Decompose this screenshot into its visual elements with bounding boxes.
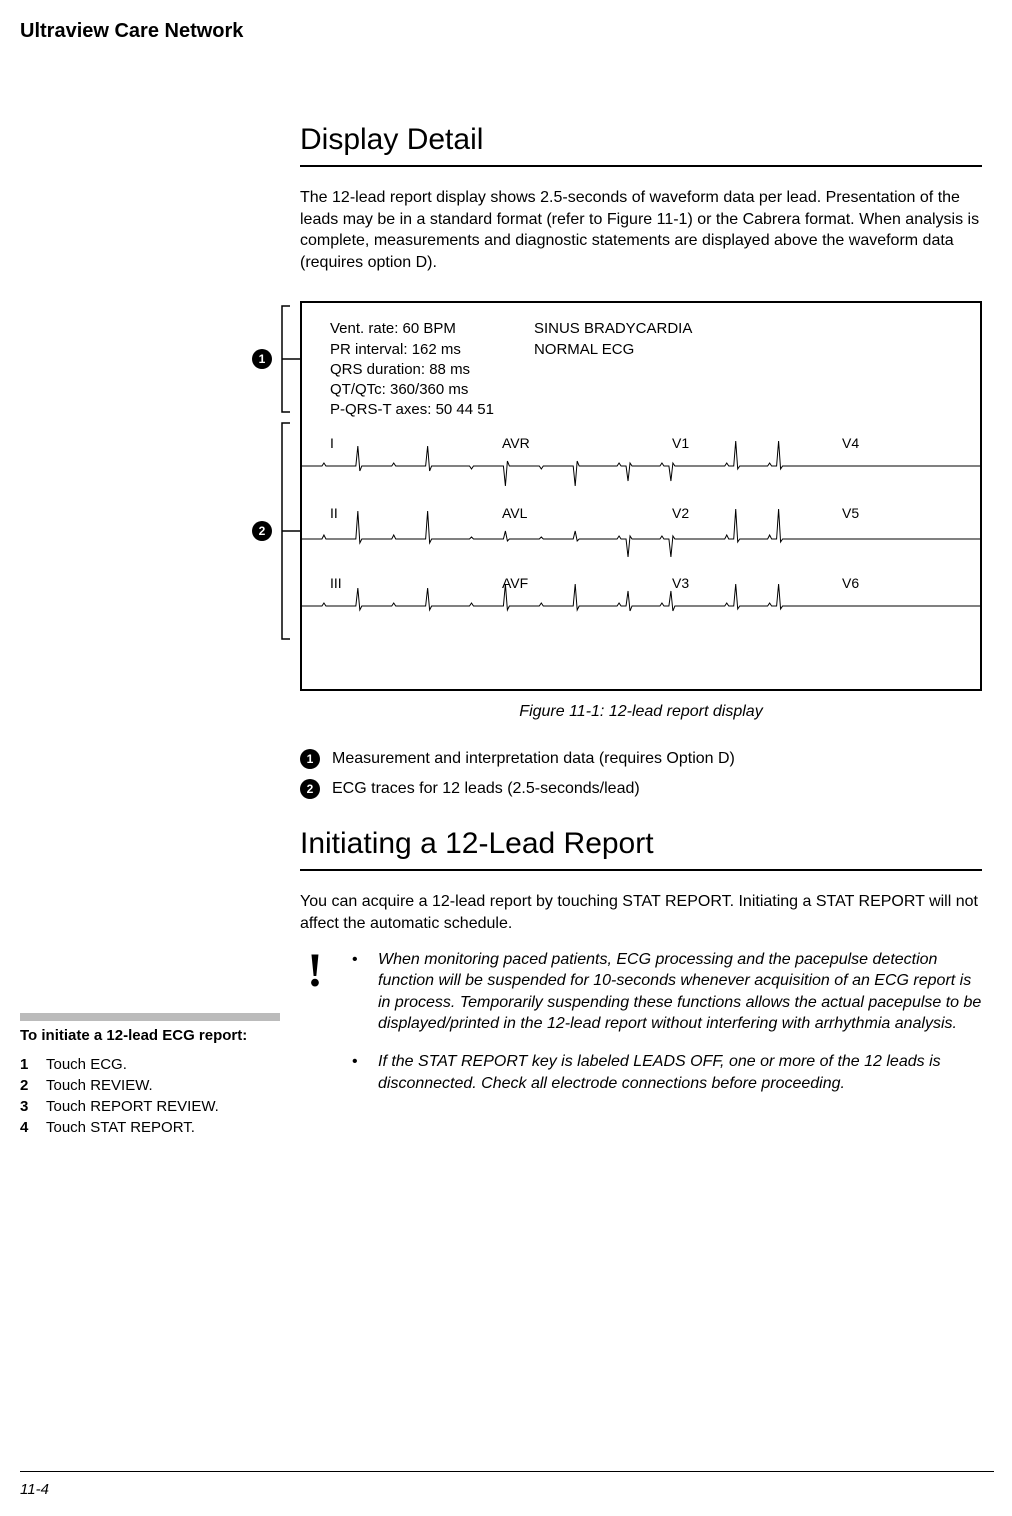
section-rule xyxy=(300,869,982,871)
list-item: 2 Touch REVIEW. xyxy=(20,1075,280,1096)
sidenote-num: 3 xyxy=(20,1096,32,1117)
page-header: Ultraview Care Network xyxy=(0,20,1012,53)
lead-row-3: III AVF V3 V6 xyxy=(302,571,980,641)
figure-caption: Figure 11-1: 12-lead report display xyxy=(300,703,982,721)
legend-marker-2: 2 xyxy=(300,779,320,799)
measurements-block: Vent. rate: 60 BPM PR interval: 162 ms Q… xyxy=(302,303,980,430)
list-item: 4 Touch STAT REPORT. xyxy=(20,1117,280,1138)
sidenote-title: To initiate a 12-lead ECG report: xyxy=(20,1027,280,1044)
footer-rule xyxy=(20,1471,994,1472)
sidenote-text: Touch REVIEW. xyxy=(46,1075,153,1096)
sidenote-text: Touch STAT REPORT. xyxy=(46,1117,195,1138)
sidebar: To initiate a 12-lead ECG report: 1 Touc… xyxy=(0,123,300,1138)
note-item-2: • If the STAT REPORT key is labeled LEAD… xyxy=(352,1051,982,1094)
figure-legend: 1 Measurement and interpretation data (r… xyxy=(300,749,982,799)
note-text-2: If the STAT REPORT key is labeled LEADS … xyxy=(378,1051,982,1094)
callout-1: 1 xyxy=(252,349,272,369)
sidenote-list: 1 Touch ECG. 2 Touch REVIEW. 3 Touch REP… xyxy=(20,1054,280,1138)
section-title-display-detail: Display Detail xyxy=(300,123,982,157)
display-detail-paragraph: The 12-lead report display shows 2.5-sec… xyxy=(300,187,982,273)
meas-qt: QT/QTc: 360/360 ms xyxy=(330,380,494,400)
legend-text-2: ECG traces for 12 leads (2.5-seconds/lea… xyxy=(332,780,640,798)
meas-pr: PR interval: 162 ms xyxy=(330,340,494,360)
leads-area: I AVR V1 V4 II AVL V2 V5 xyxy=(302,431,980,681)
diag-1: SINUS BRADYCARDIA xyxy=(534,319,692,339)
legend-item-2: 2 ECG traces for 12 leads (2.5-seconds/l… xyxy=(300,779,982,799)
list-item: 1 Touch ECG. xyxy=(20,1054,280,1075)
exclamation-icon: ! xyxy=(300,949,330,1111)
figure-area: 1 2 Vent. rate: 60 BPM PR interval: 162 … xyxy=(300,301,982,799)
ecg-trace-row1 xyxy=(302,431,980,501)
sidenote-text: Touch ECG. xyxy=(46,1054,127,1075)
note-item-1: • When monitoring paced patients, ECG pr… xyxy=(352,949,982,1035)
lead-row-2: II AVL V2 V5 xyxy=(302,501,980,571)
bracket-icon xyxy=(272,304,300,414)
bracket-icon xyxy=(272,421,300,641)
meas-qrs: QRS duration: 88 ms xyxy=(330,360,494,380)
note-text-1: When monitoring paced patients, ECG proc… xyxy=(378,949,982,1035)
bullet-icon: • xyxy=(352,1051,362,1094)
callout-marker-1: 1 xyxy=(252,349,272,369)
note-list: • When monitoring paced patients, ECG pr… xyxy=(352,949,982,1111)
note-block: ! • When monitoring paced patients, ECG … xyxy=(300,949,982,1111)
sidenote-bar xyxy=(20,1013,280,1021)
legend-marker-1: 1 xyxy=(300,749,320,769)
sidenote-text: Touch REPORT REVIEW. xyxy=(46,1096,219,1117)
main-column: Display Detail The 12-lead report displa… xyxy=(300,123,1012,1138)
ecg-trace-row2 xyxy=(302,501,980,571)
ecg-trace-row3 xyxy=(302,571,980,641)
sidenote-num: 1 xyxy=(20,1054,32,1075)
list-item: 3 Touch REPORT REVIEW. xyxy=(20,1096,280,1117)
page-number: 11-4 xyxy=(20,1481,49,1498)
legend-item-1: 1 Measurement and interpretation data (r… xyxy=(300,749,982,769)
meas-vent-rate: Vent. rate: 60 BPM xyxy=(330,319,494,339)
bullet-icon: • xyxy=(352,949,362,1035)
callout-2: 2 xyxy=(252,521,272,541)
section-rule xyxy=(300,165,982,167)
callout-marker-2: 2 xyxy=(252,521,272,541)
legend-text-1: Measurement and interpretation data (req… xyxy=(332,750,735,768)
lead-row-1: I AVR V1 V4 xyxy=(302,431,980,501)
sidenote-num: 2 xyxy=(20,1075,32,1096)
meas-axes: P-QRS-T axes: 50 44 51 xyxy=(330,400,494,420)
initiating-paragraph: You can acquire a 12-lead report by touc… xyxy=(300,891,982,934)
diag-2: NORMAL ECG xyxy=(534,340,692,360)
content-columns: To initiate a 12-lead ECG report: 1 Touc… xyxy=(0,53,1012,1138)
figure-box: Vent. rate: 60 BPM PR interval: 162 ms Q… xyxy=(300,301,982,691)
section-title-initiating: Initiating a 12-Lead Report xyxy=(300,827,982,861)
sidenote-num: 4 xyxy=(20,1117,32,1138)
